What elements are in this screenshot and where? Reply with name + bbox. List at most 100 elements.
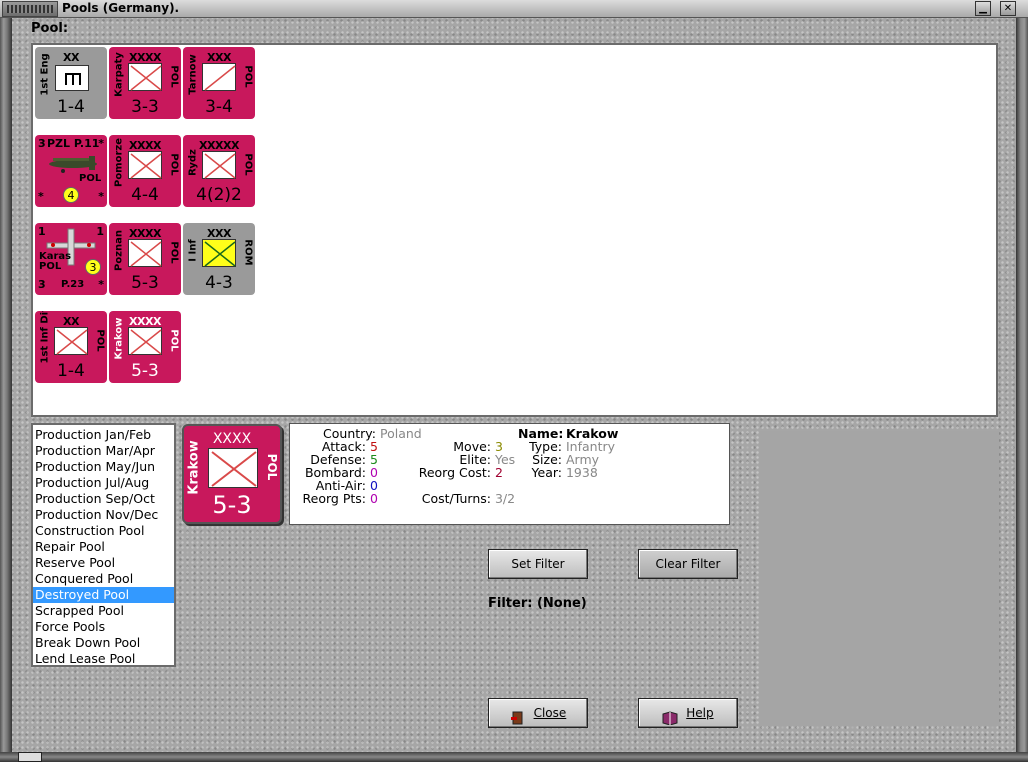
unit-strength: 1-4 [57,361,85,381]
detail-cost-turns: Cost/Turns: 3/2 [410,491,515,506]
set-filter-label: Set Filter [511,557,565,571]
pool-counter-area[interactable]: XX 1st Eng 1-4 XXXX Karpaty POL 3-3 XXX … [31,43,998,417]
unit-preview-panel [759,431,999,726]
unit-counter-poznan[interactable]: XXXX Poznan POL 5-3 [109,223,181,295]
list-item[interactable]: Lend Lease Pool [33,651,174,667]
resize-grip-icon[interactable] [18,752,42,762]
set-filter-button[interactable]: Set Filter [488,549,588,579]
list-item[interactable]: Reserve Pool [33,555,174,571]
help-book-icon [662,707,678,726]
unit-strength: 1-4 [57,97,85,117]
unit-strength: 4(2)2 [196,185,242,205]
infantry-symbol-icon [202,239,236,267]
air-bottom-left: * [38,190,44,203]
detail-reorg-cost: Reorg Cost: 2 [410,465,503,480]
list-item-selected[interactable]: Destroyed Pool [33,587,174,603]
unit-strength: 3-4 [205,97,233,117]
unit-name: 1st Inf Div [39,311,51,364]
air-counter-pzl-p11[interactable]: 3 PZL P.11 * POL * * 4 [35,135,107,207]
detail-value: 1938 [565,465,598,480]
list-item[interactable]: Production May/Jun [33,459,174,475]
air-country: POL [39,261,62,272]
list-item[interactable]: Force Pools [33,619,174,635]
unit-name: Tarnow [187,54,199,95]
unit-strength: 4-3 [205,273,233,293]
unit-strength: 5-3 [131,273,159,293]
window-frame-left [0,18,12,762]
clear-filter-button[interactable]: Clear Filter [638,549,738,579]
close-door-icon [510,707,526,724]
unit-details-panel: Country: Poland Attack: 5 Defense: 5 Bom… [289,423,730,525]
detail-label: Reorg Pts: [302,491,366,506]
infantry-symbol-icon [128,63,162,91]
help-label: Help [686,706,714,720]
selected-unit-country: POL [265,453,279,481]
air-counter-p23[interactable]: 1 1 Karas POL 3 P.23 * 3 [35,223,107,295]
pool-label: Pool: [31,21,69,36]
detail-label: Year: [531,465,562,480]
air-title: PZL P.11 [47,137,100,150]
infantry-symbol-icon [128,239,162,267]
close-label: Close [533,706,567,720]
list-item[interactable]: Scrapped Pool [33,603,174,619]
unit-strength: 3-3 [131,97,159,117]
minimize-icon[interactable]: ▁ [975,1,991,16]
unit-name: I Inf [187,239,199,262]
title-bar: Pools (Germany). ▁ ✕ [0,0,1028,18]
detail-value: 3/2 [494,491,516,506]
detail-label: Cost/Turns: [421,491,491,506]
air-bottom-right: * [98,278,104,291]
air-strength-badge: 4 [63,187,79,203]
unit-counter-i-inf[interactable]: XXX I Inf ROM 4-3 [183,223,255,295]
list-item[interactable]: Conquered Pool [33,571,174,587]
window-title: Pools (Germany). [62,1,180,15]
air-bottom-right: * [98,190,104,203]
unit-counter-rydz[interactable]: XXXXX Rydz POL 4(2)2 [183,135,255,207]
infantry-symbol-icon [54,327,88,355]
unit-country: POL [168,241,180,264]
selected-unit-strength: 5-3 [212,491,252,519]
unit-country: POL [242,153,254,176]
list-item[interactable]: Break Down Pool [33,635,174,651]
unit-name: 1st Eng [39,53,51,96]
unit-country: POL [168,329,180,352]
unit-name: Krakow [113,317,125,360]
clear-filter-label: Clear Filter [655,557,721,571]
unit-country: ROM [242,239,254,266]
unit-counter-krakow[interactable]: XXXX Krakow POL 5-3 [109,311,181,383]
list-item[interactable]: Production Nov/Dec [33,507,174,523]
detail-year: Year: 1938 [518,465,598,480]
unit-counter-tarnow[interactable]: XXX Tarnow POL 3-4 [183,47,255,119]
detail-value: 0 [369,491,378,506]
unit-counter-pomorze[interactable]: XXXX Pomorze POL 4-4 [109,135,181,207]
window-menu-icon[interactable] [2,1,58,17]
list-item[interactable]: Repair Pool [33,539,174,555]
pool-listbox[interactable]: Production Jan/Feb Production Mar/Apr Pr… [31,423,176,667]
engineer-symbol-icon [55,65,89,91]
unit-country: POL [168,153,180,176]
list-item[interactable]: Production Jan/Feb [33,427,174,443]
unit-counter-1st-eng[interactable]: XX 1st Eng 1-4 [35,47,107,119]
detail-value: 2 [494,465,503,480]
close-button[interactable]: Close [488,698,588,728]
list-item[interactable]: Construction Pool [33,523,174,539]
air-subtitle: P.23 [61,279,85,290]
unit-counter-1st-inf-div[interactable]: XX 1st Inf Div POL 1-4 [35,311,107,383]
close-window-icon[interactable]: ✕ [1000,1,1016,16]
unit-name: Pomorze [113,137,125,188]
help-button[interactable]: Help [638,698,738,728]
selected-unit-name: Krakow [186,440,202,495]
air-bottom-left: 3 [38,278,46,291]
list-item[interactable]: Production Sep/Oct [33,491,174,507]
detail-reorg-pts: Reorg Pts: 0 [296,491,378,506]
window-frame-right [1016,18,1028,762]
infantry-symbol-icon [202,151,236,179]
unit-country: POL [94,329,106,352]
air-top-right: 1 [96,225,104,238]
detail-label: Reorg Cost: [418,465,491,480]
unit-strength: 5-3 [131,361,159,381]
list-item[interactable]: Production Jul/Aug [33,475,174,491]
list-item[interactable]: Production Mar/Apr [33,443,174,459]
unit-name: Rydz [187,149,199,176]
unit-counter-karpaty[interactable]: XXXX Karpaty POL 3-3 [109,47,181,119]
